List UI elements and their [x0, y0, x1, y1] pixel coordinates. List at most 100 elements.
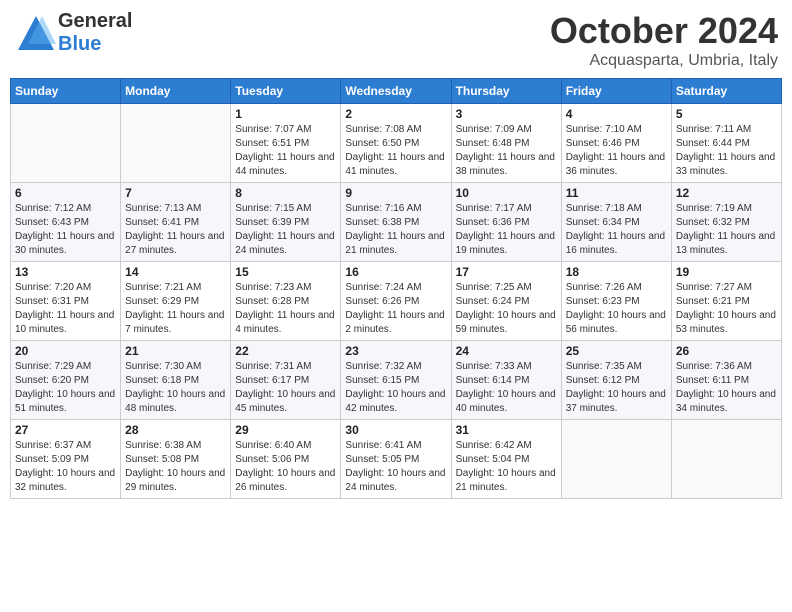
- day-info: Sunrise: 7:17 AM Sunset: 6:36 PM Dayligh…: [456, 202, 557, 258]
- calendar-cell: 7Sunrise: 7:13 AM Sunset: 6:41 PM Daylig…: [121, 183, 231, 262]
- calendar-cell: 11 Sunrise: 7:18 AM Sunset: 6:34 PM Dayli…: [561, 183, 671, 262]
- day-of-week-header: Thursday: [451, 79, 561, 104]
- day-info: Sunrise: 7:31 AM Sunset: 6:17 PM Dayligh…: [235, 360, 336, 416]
- day-info: Sunrise: 7:23 AM Sunset: 6:28 PM Dayligh…: [235, 281, 336, 337]
- logo-general: General: [58, 10, 132, 32]
- calendar-cell: 13Sunrise: 7:20 AM Sunset: 6:31 PM Dayli…: [11, 262, 121, 341]
- day-number: 1: [235, 107, 336, 121]
- title-block: October 2024 Acquasparta, Umbria, Italy: [550, 10, 778, 70]
- day-number: 6: [15, 186, 116, 200]
- calendar-cell: 1 Sunrise: 7:07 AM Sunset: 6:51 PM Daylig…: [231, 104, 341, 183]
- calendar-cell: 14 Sunrise: 7:21 AM Sunset: 6:29 PM Dayli…: [121, 262, 231, 341]
- day-info: Sunrise: 7:15 AM Sunset: 6:39 PM Dayligh…: [235, 202, 336, 258]
- calendar-cell: 9 Sunrise: 7:16 AM Sunset: 6:38 PM Daylig…: [341, 183, 451, 262]
- day-info: Sunrise: 7:32 AM Sunset: 6:15 PM Dayligh…: [345, 360, 446, 416]
- calendar-cell: 27Sunrise: 6:37 AM Sunset: 5:09 PM Dayli…: [11, 420, 121, 499]
- calendar-cell: 18Sunrise: 7:26 AM Sunset: 6:23 PM Dayli…: [561, 262, 671, 341]
- calendar-header-row: SundayMondayTuesdayWednesdayThursdayFrid…: [11, 79, 782, 104]
- calendar-cell: 12 Sunrise: 7:19 AM Sunset: 6:32 PM Dayli…: [671, 183, 781, 262]
- day-info: Sunrise: 7:18 AM Sunset: 6:34 PM Dayligh…: [566, 202, 667, 258]
- day-number: 26: [676, 344, 777, 358]
- day-info: Sunrise: 7:12 AM Sunset: 6:43 PM Dayligh…: [15, 202, 116, 258]
- calendar-cell: [671, 420, 781, 499]
- calendar-week-row: 27Sunrise: 6:37 AM Sunset: 5:09 PM Dayli…: [11, 420, 782, 499]
- day-number: 17: [456, 265, 557, 279]
- calendar-cell: 31 Sunrise: 6:42 AM Sunset: 5:04 PM Dayli…: [451, 420, 561, 499]
- day-of-week-header: Wednesday: [341, 79, 451, 104]
- day-number: 8: [235, 186, 336, 200]
- calendar-cell: 15 Sunrise: 7:23 AM Sunset: 6:28 PM Dayli…: [231, 262, 341, 341]
- day-info: Sunrise: 7:21 AM Sunset: 6:29 PM Dayligh…: [125, 281, 226, 337]
- day-info: Sunrise: 6:38 AM Sunset: 5:08 PM Dayligh…: [125, 439, 226, 495]
- day-info: Sunrise: 7:19 AM Sunset: 6:32 PM Dayligh…: [676, 202, 777, 258]
- calendar-week-row: 20 Sunrise: 7:29 AM Sunset: 6:20 PM Dayli…: [11, 341, 782, 420]
- day-number: 15: [235, 265, 336, 279]
- calendar-week-row: 1 Sunrise: 7:07 AM Sunset: 6:51 PM Daylig…: [11, 104, 782, 183]
- calendar-cell: 28 Sunrise: 6:38 AM Sunset: 5:08 PM Dayli…: [121, 420, 231, 499]
- logo-blue: Blue: [58, 33, 101, 55]
- day-number: 9: [345, 186, 446, 200]
- page-header: General Blue October 2024 Acquasparta, U…: [10, 10, 782, 70]
- day-number: 31: [456, 423, 557, 437]
- month-title: October 2024: [550, 10, 778, 52]
- calendar-cell: 21 Sunrise: 7:30 AM Sunset: 6:18 PM Dayli…: [121, 341, 231, 420]
- day-info: Sunrise: 6:42 AM Sunset: 5:04 PM Dayligh…: [456, 439, 557, 495]
- calendar-cell: 19Sunrise: 7:27 AM Sunset: 6:21 PM Dayli…: [671, 262, 781, 341]
- calendar-cell: 16 Sunrise: 7:24 AM Sunset: 6:26 PM Dayli…: [341, 262, 451, 341]
- calendar-cell: 8 Sunrise: 7:15 AM Sunset: 6:39 PM Daylig…: [231, 183, 341, 262]
- day-number: 20: [15, 344, 116, 358]
- day-number: 5: [676, 107, 777, 121]
- day-number: 16: [345, 265, 446, 279]
- day-number: 4: [566, 107, 667, 121]
- calendar-cell: 17 Sunrise: 7:25 AM Sunset: 6:24 PM Dayli…: [451, 262, 561, 341]
- calendar-cell: 29Sunrise: 6:40 AM Sunset: 5:06 PM Dayli…: [231, 420, 341, 499]
- day-number: 22: [235, 344, 336, 358]
- day-number: 30: [345, 423, 446, 437]
- day-number: 23: [345, 344, 446, 358]
- day-number: 10: [456, 186, 557, 200]
- day-info: Sunrise: 7:27 AM Sunset: 6:21 PM Dayligh…: [676, 281, 777, 337]
- day-info: Sunrise: 7:26 AM Sunset: 6:23 PM Dayligh…: [566, 281, 667, 337]
- calendar-cell: 26 Sunrise: 7:36 AM Sunset: 6:11 PM Dayli…: [671, 341, 781, 420]
- day-number: 13: [15, 265, 116, 279]
- calendar-cell: 25 Sunrise: 7:35 AM Sunset: 6:12 PM Dayli…: [561, 341, 671, 420]
- day-number: 29: [235, 423, 336, 437]
- day-info: Sunrise: 7:16 AM Sunset: 6:38 PM Dayligh…: [345, 202, 446, 258]
- calendar-cell: 2Sunrise: 7:08 AM Sunset: 6:50 PM Daylig…: [341, 104, 451, 183]
- day-of-week-header: Monday: [121, 79, 231, 104]
- calendar-cell: 6 Sunrise: 7:12 AM Sunset: 6:43 PM Daylig…: [11, 183, 121, 262]
- day-number: 12: [676, 186, 777, 200]
- day-of-week-header: Sunday: [11, 79, 121, 104]
- day-number: 14: [125, 265, 226, 279]
- day-info: Sunrise: 7:11 AM Sunset: 6:44 PM Dayligh…: [676, 123, 777, 179]
- day-of-week-header: Tuesday: [231, 79, 341, 104]
- day-info: Sunrise: 6:41 AM Sunset: 5:05 PM Dayligh…: [345, 439, 446, 495]
- calendar-cell: [561, 420, 671, 499]
- day-info: Sunrise: 6:37 AM Sunset: 5:09 PM Dayligh…: [15, 439, 116, 495]
- day-info: Sunrise: 7:24 AM Sunset: 6:26 PM Dayligh…: [345, 281, 446, 337]
- calendar-cell: [121, 104, 231, 183]
- day-number: 25: [566, 344, 667, 358]
- day-number: 21: [125, 344, 226, 358]
- day-info: Sunrise: 7:33 AM Sunset: 6:14 PM Dayligh…: [456, 360, 557, 416]
- calendar-cell: 3 Sunrise: 7:09 AM Sunset: 6:48 PM Daylig…: [451, 104, 561, 183]
- calendar-cell: 4Sunrise: 7:10 AM Sunset: 6:46 PM Daylig…: [561, 104, 671, 183]
- day-info: Sunrise: 7:09 AM Sunset: 6:48 PM Dayligh…: [456, 123, 557, 179]
- calendar-cell: 24Sunrise: 7:33 AM Sunset: 6:14 PM Dayli…: [451, 341, 561, 420]
- calendar-cell: 10 Sunrise: 7:17 AM Sunset: 6:36 PM Dayli…: [451, 183, 561, 262]
- logo: General Blue: [14, 10, 132, 56]
- day-info: Sunrise: 7:25 AM Sunset: 6:24 PM Dayligh…: [456, 281, 557, 337]
- day-number: 3: [456, 107, 557, 121]
- calendar-week-row: 13Sunrise: 7:20 AM Sunset: 6:31 PM Dayli…: [11, 262, 782, 341]
- day-info: Sunrise: 7:35 AM Sunset: 6:12 PM Dayligh…: [566, 360, 667, 416]
- location: Acquasparta, Umbria, Italy: [550, 52, 778, 70]
- day-info: Sunrise: 7:30 AM Sunset: 6:18 PM Dayligh…: [125, 360, 226, 416]
- calendar-cell: 5 Sunrise: 7:11 AM Sunset: 6:44 PM Daylig…: [671, 104, 781, 183]
- day-number: 28: [125, 423, 226, 437]
- calendar-cell: [11, 104, 121, 183]
- day-info: Sunrise: 7:29 AM Sunset: 6:20 PM Dayligh…: [15, 360, 116, 416]
- day-of-week-header: Friday: [561, 79, 671, 104]
- day-info: Sunrise: 7:36 AM Sunset: 6:11 PM Dayligh…: [676, 360, 777, 416]
- day-info: Sunrise: 7:07 AM Sunset: 6:51 PM Dayligh…: [235, 123, 336, 179]
- day-number: 11: [566, 186, 667, 200]
